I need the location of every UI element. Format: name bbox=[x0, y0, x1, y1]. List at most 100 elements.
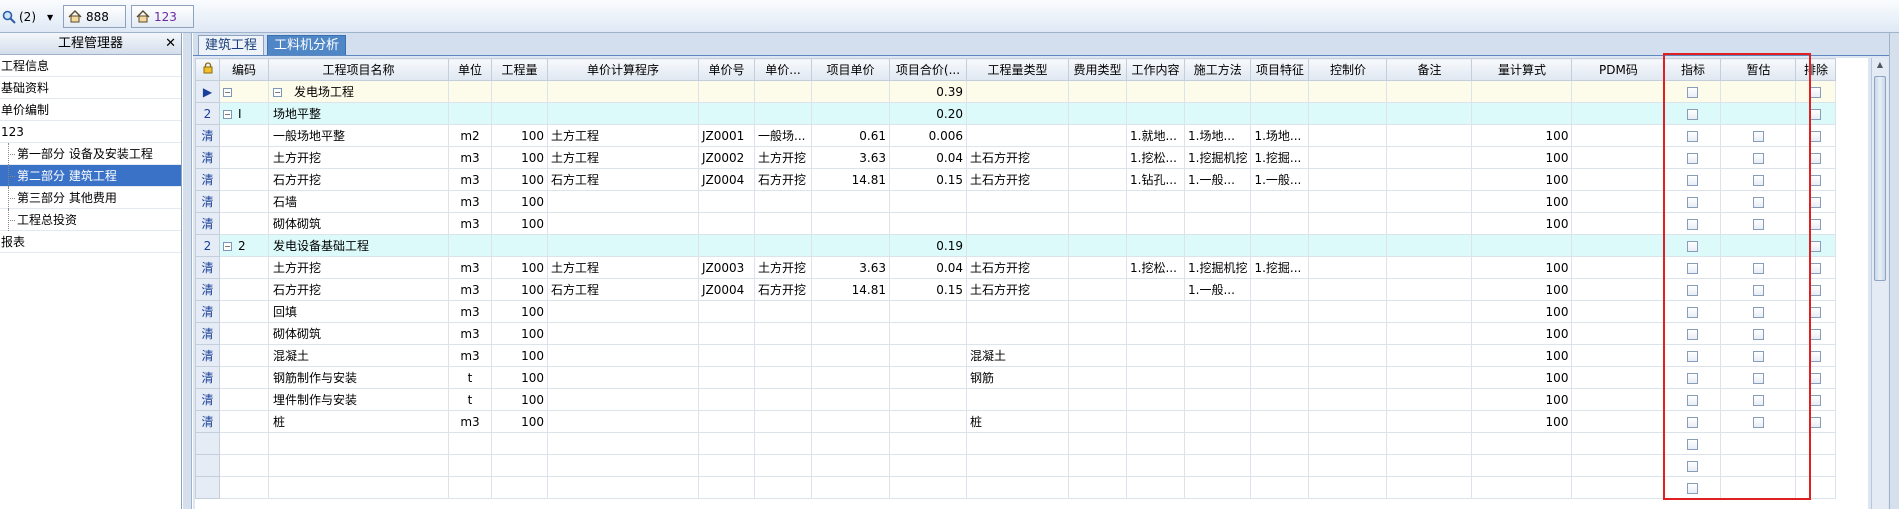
cell-code[interactable]: −2 bbox=[219, 234, 269, 257]
cell-method[interactable] bbox=[1183, 102, 1252, 125]
cell-pno[interactable]: JZ0003 bbox=[698, 256, 755, 279]
cell-qty[interactable]: 100 bbox=[491, 124, 548, 147]
cell-pno[interactable]: JZ0004 bbox=[698, 278, 755, 301]
cell-method[interactable] bbox=[1183, 432, 1252, 455]
row-header[interactable]: 清 bbox=[195, 146, 220, 169]
table-row[interactable]: 清一般场地平整 m2 100 土方工程 JZ0001 一般场... 0.61 0.006 1.就… bbox=[195, 124, 1837, 147]
cell-formula[interactable] bbox=[1471, 80, 1573, 103]
table-row[interactable]: 清混凝土 m3 100 混凝土 100 bbox=[195, 344, 1837, 367]
indicator-checkbox[interactable] bbox=[1687, 152, 1699, 164]
cell-pno[interactable] bbox=[698, 234, 755, 257]
cell-ctrl[interactable] bbox=[1308, 146, 1388, 169]
cell-formula[interactable] bbox=[1471, 102, 1573, 125]
cell-code[interactable] bbox=[219, 256, 269, 279]
cell-qty[interactable]: 100 bbox=[491, 344, 548, 367]
cell-ftype[interactable] bbox=[1068, 102, 1127, 125]
cell-calc[interactable] bbox=[547, 212, 699, 235]
table-row[interactable]: 清回填 m3 100 100 bbox=[195, 300, 1837, 323]
cell-pno[interactable] bbox=[698, 80, 755, 103]
cell-ftype[interactable] bbox=[1068, 234, 1127, 257]
cell-total[interactable]: 0.04 bbox=[889, 146, 967, 169]
collapse-icon[interactable]: − bbox=[223, 87, 232, 97]
cell-qtype[interactable]: 混凝土 bbox=[966, 344, 1069, 367]
cell-ftype[interactable] bbox=[1068, 256, 1127, 279]
cell-pdm[interactable] bbox=[1571, 212, 1666, 235]
cell-pno[interactable] bbox=[698, 212, 755, 235]
cell-qty[interactable] bbox=[491, 102, 548, 125]
cell-feature[interactable] bbox=[1250, 322, 1310, 345]
column-header-name[interactable]: 工程项目名称 bbox=[268, 58, 449, 81]
cell-qty[interactable]: 100 bbox=[491, 388, 548, 411]
estimate-checkbox[interactable] bbox=[1752, 130, 1764, 142]
cell-formula[interactable]: 100 bbox=[1471, 190, 1573, 213]
cell-pdm[interactable] bbox=[1571, 410, 1666, 433]
indicator-checkbox[interactable] bbox=[1687, 482, 1699, 494]
cell-total[interactable] bbox=[889, 432, 967, 455]
cell-ftype[interactable] bbox=[1068, 432, 1127, 455]
cell-ftype[interactable] bbox=[1068, 322, 1127, 345]
cell-pno[interactable] bbox=[698, 300, 755, 323]
cell-price[interactable]: 3.63 bbox=[811, 146, 890, 169]
cell-name[interactable]: 石方开挖 bbox=[268, 168, 449, 191]
table-row[interactable] bbox=[195, 454, 1837, 477]
cell-pdm[interactable] bbox=[1571, 388, 1666, 411]
cell-ctrl[interactable] bbox=[1308, 256, 1388, 279]
cell-ftype[interactable] bbox=[1068, 410, 1127, 433]
cell-name[interactable] bbox=[268, 454, 449, 477]
cell-name[interactable]: 土方开挖 bbox=[268, 146, 449, 169]
row-header[interactable]: 2 bbox=[195, 102, 220, 125]
cell-total[interactable] bbox=[889, 454, 967, 477]
cell-feature[interactable] bbox=[1250, 454, 1310, 477]
cell-total[interactable] bbox=[889, 366, 967, 389]
cell-ftype[interactable] bbox=[1068, 366, 1127, 389]
cell-feature[interactable]: 1.挖掘... bbox=[1250, 146, 1310, 169]
cell-price[interactable] bbox=[811, 234, 890, 257]
cell-pname[interactable] bbox=[754, 344, 812, 367]
table-row[interactable]: 2−2 发电设备基础工程 0.19 bbox=[195, 234, 1837, 257]
cell-feature[interactable]: 1.场地... bbox=[1250, 124, 1310, 147]
cell-feature[interactable] bbox=[1250, 212, 1310, 235]
cell-name[interactable]: 钢筋制作与安装 bbox=[268, 366, 449, 389]
cell-method[interactable] bbox=[1183, 190, 1252, 213]
cell-method[interactable]: 1.场地... bbox=[1183, 124, 1252, 147]
cell-calc[interactable] bbox=[547, 432, 699, 455]
cell-qty[interactable] bbox=[491, 234, 548, 257]
table-row[interactable]: 清石方开挖 m3 100 石方工程 JZ0004 石方开挖 14.81 0.15 土石方开挖 1.… bbox=[195, 168, 1837, 191]
row-header[interactable]: 清 bbox=[195, 256, 220, 279]
cell-pno[interactable] bbox=[698, 190, 755, 213]
exclude-checkbox[interactable] bbox=[1810, 152, 1822, 164]
cell-pno[interactable] bbox=[698, 344, 755, 367]
column-header-ctrl[interactable]: 控制价 bbox=[1308, 58, 1388, 81]
cell-code[interactable] bbox=[219, 146, 269, 169]
cell-code[interactable] bbox=[219, 168, 269, 191]
row-header[interactable]: 2 bbox=[195, 234, 220, 257]
cell-ctrl[interactable] bbox=[1308, 80, 1388, 103]
cell-calc[interactable] bbox=[547, 102, 699, 125]
cell-ctrl[interactable] bbox=[1308, 388, 1388, 411]
column-header-pno[interactable]: 单价号 bbox=[698, 58, 755, 81]
cell-feature[interactable] bbox=[1250, 476, 1310, 499]
cell-remark[interactable] bbox=[1386, 278, 1473, 301]
cell-feature[interactable] bbox=[1250, 234, 1310, 257]
cell-price[interactable]: 3.63 bbox=[811, 256, 890, 279]
row-header[interactable]: 清 bbox=[195, 212, 220, 235]
cell-total[interactable]: 0.15 bbox=[889, 168, 967, 191]
cell-pname[interactable]: 土方开挖 bbox=[754, 146, 812, 169]
scroll-thumb[interactable] bbox=[1874, 76, 1886, 281]
cell-pno[interactable]: JZ0001 bbox=[698, 124, 755, 147]
sidebar-item-base-data[interactable]: 基础资料 bbox=[0, 77, 181, 99]
cell-feature[interactable] bbox=[1250, 432, 1310, 455]
table-row[interactable] bbox=[195, 476, 1837, 499]
cell-pdm[interactable] bbox=[1571, 322, 1666, 345]
cell-method[interactable] bbox=[1183, 212, 1252, 235]
cell-feature[interactable] bbox=[1250, 388, 1310, 411]
cell-qtype[interactable]: 桩 bbox=[966, 410, 1069, 433]
cell-calc[interactable]: 土方工程 bbox=[547, 256, 699, 279]
cell-remark[interactable] bbox=[1386, 300, 1473, 323]
row-header[interactable] bbox=[195, 454, 220, 477]
search-dropdown[interactable]: (2) ▼ bbox=[2, 8, 53, 26]
row-header[interactable] bbox=[195, 432, 220, 455]
panel-splitter[interactable] bbox=[183, 33, 192, 509]
cell-unit[interactable]: m3 bbox=[448, 212, 492, 235]
cell-pdm[interactable] bbox=[1571, 476, 1666, 499]
